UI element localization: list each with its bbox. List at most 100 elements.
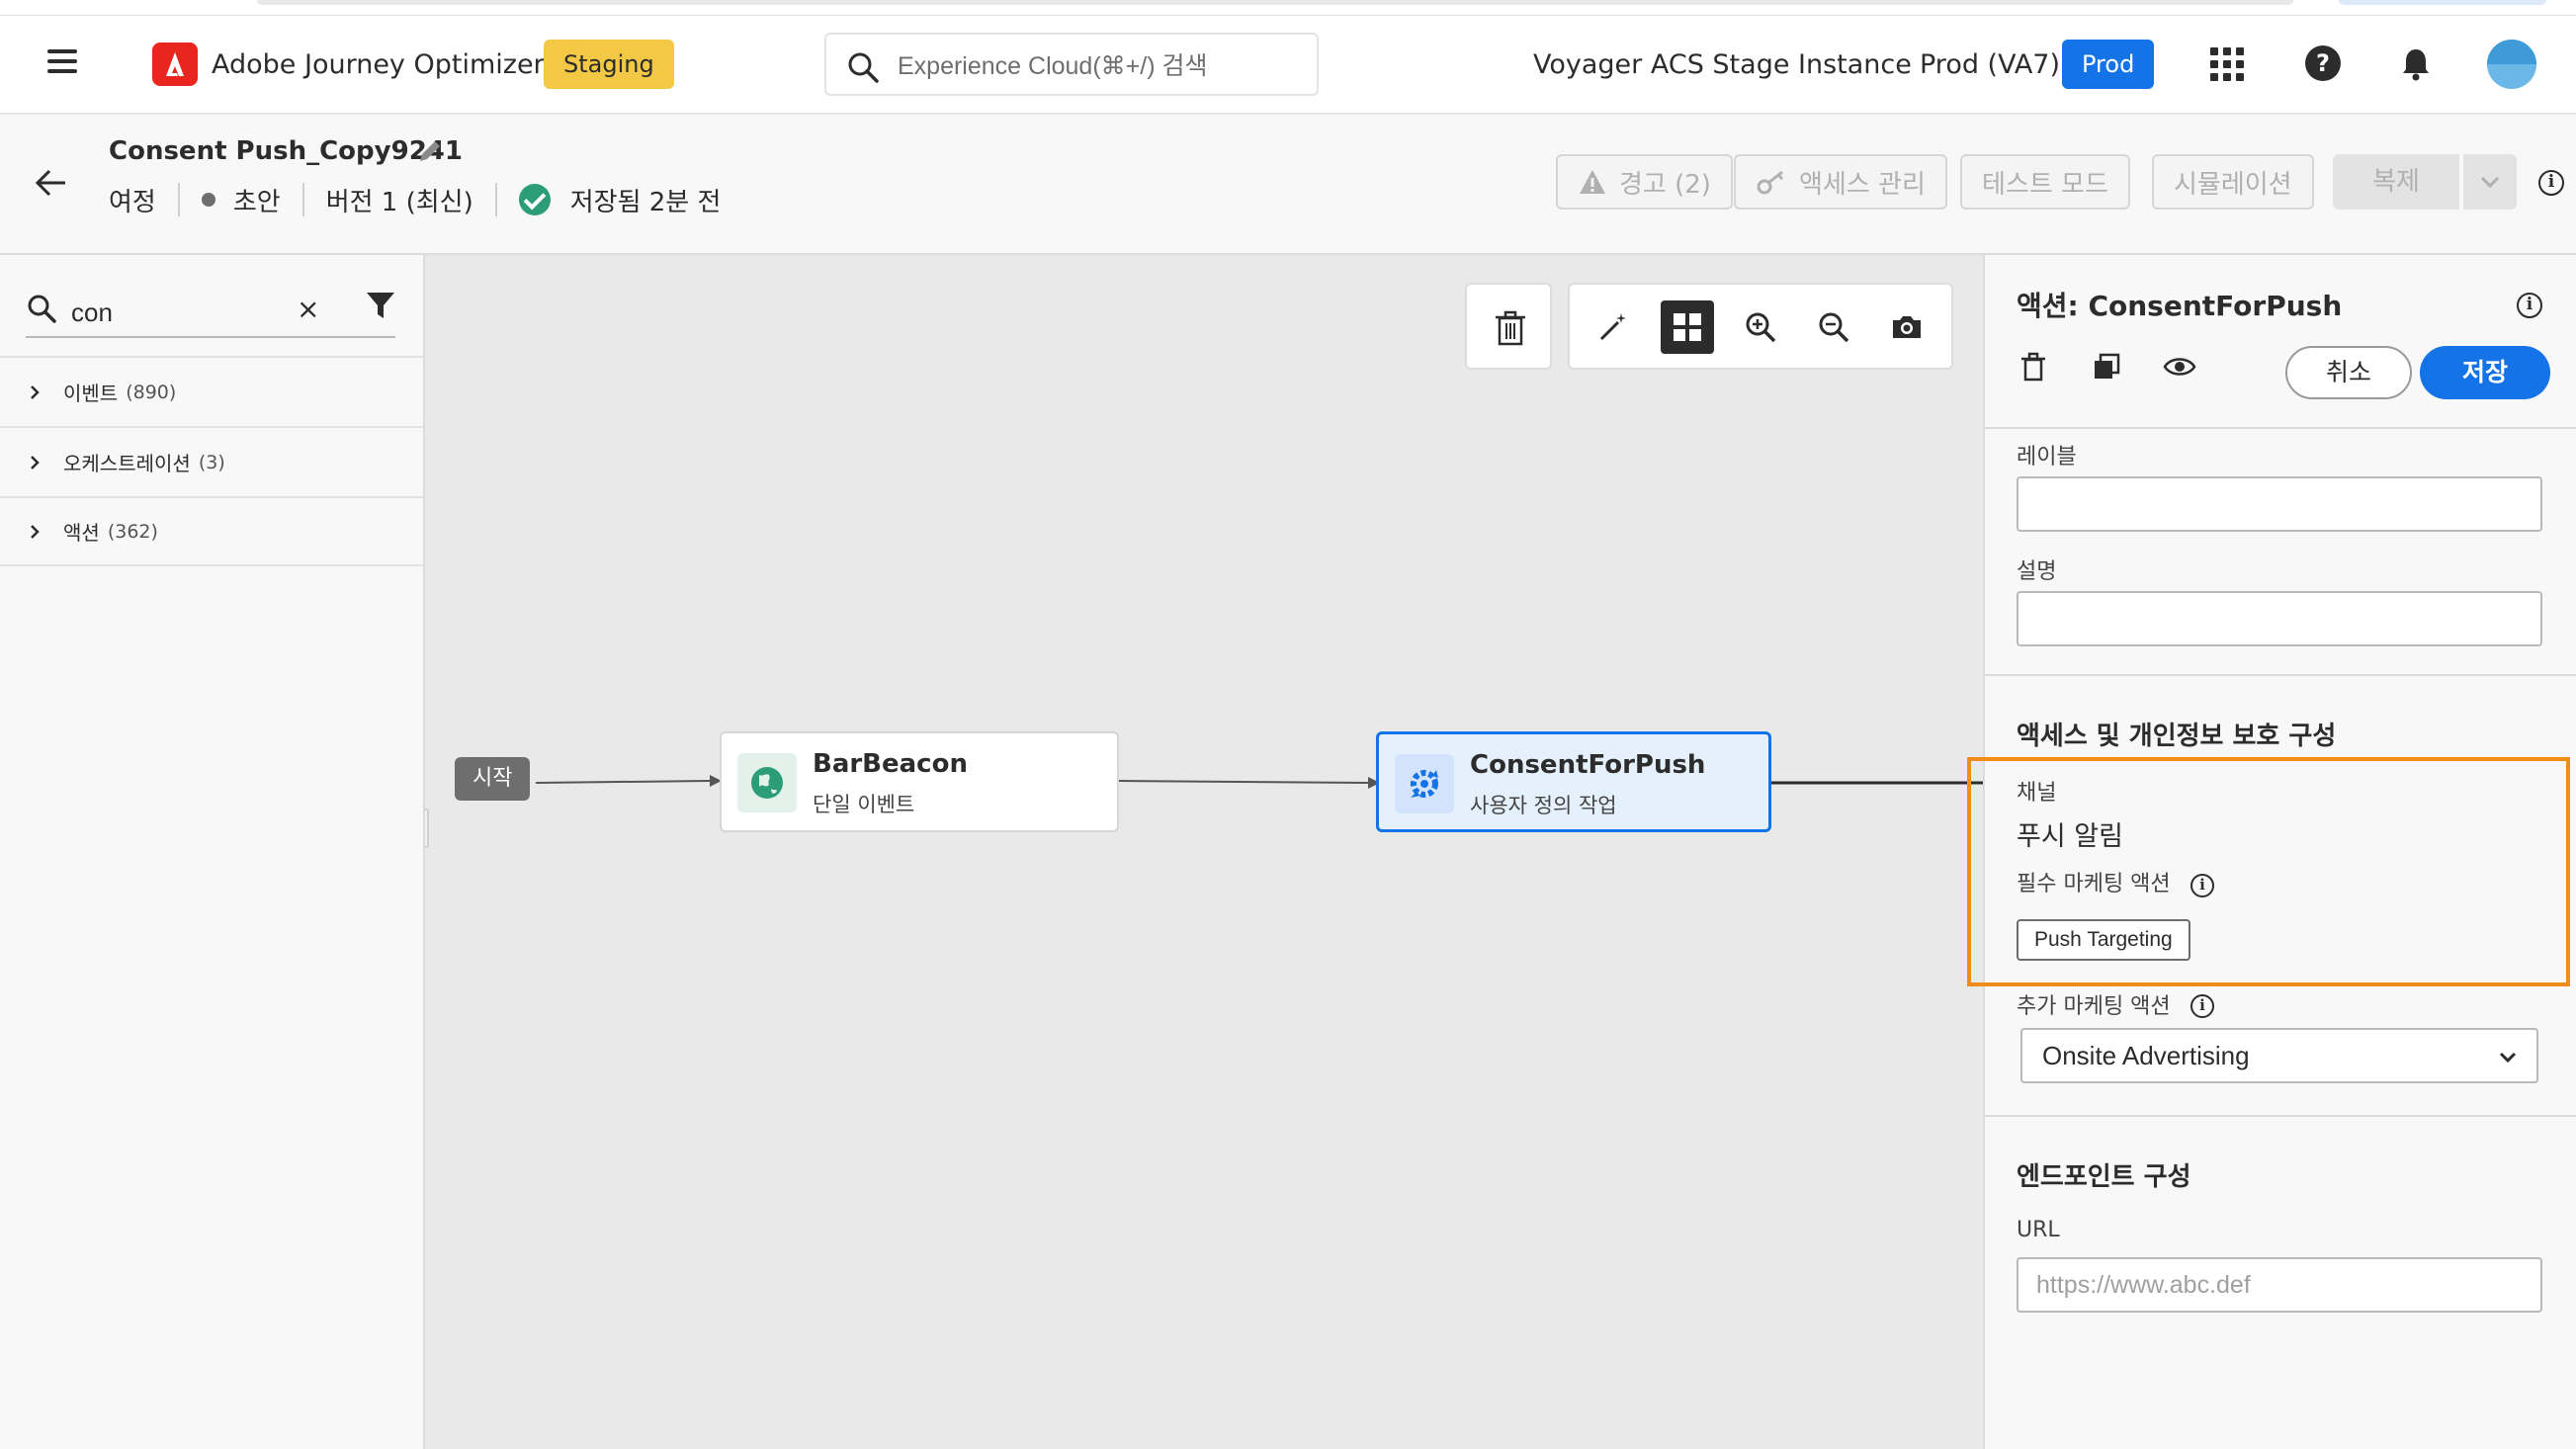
eye-icon[interactable] xyxy=(2163,350,2196,384)
chevron-down-icon xyxy=(2499,1052,2517,1064)
delete-activity-button[interactable] xyxy=(1465,283,1552,370)
journey-header: Consent Push_Copy9241 여정 초안 버전 1 (최신) 저장… xyxy=(0,115,2576,255)
event-node-barbeacon[interactable]: BarBeacon 단일 이벤트 xyxy=(720,731,1119,832)
access-management-button[interactable]: 액세스 관리 xyxy=(1734,154,1947,210)
panel-info-icon[interactable]: i xyxy=(2517,293,2542,318)
chevron-down-icon xyxy=(2480,176,2500,189)
sandbox-badge: Prod xyxy=(2062,40,2155,89)
saved-check-icon xyxy=(518,184,551,215)
zoom-in-icon xyxy=(1746,312,1776,343)
category-item-orchestration[interactable]: 오케스트레이션 (3) xyxy=(0,426,423,496)
hamburger-icon[interactable] xyxy=(47,49,77,75)
environment-badge: Staging xyxy=(544,40,674,89)
duplicate-button[interactable]: 복제 xyxy=(2333,154,2459,210)
duplicate-menu-button[interactable] xyxy=(2463,154,2517,210)
label-input[interactable] xyxy=(2017,476,2542,532)
status-dot-icon xyxy=(201,193,215,207)
channel-value: 푸시 알림 xyxy=(2017,821,2123,852)
chevron-right-icon xyxy=(31,384,40,399)
org-switcher[interactable]: Voyager ACS Stage Instance xyxy=(1533,49,1912,80)
app-name[interactable]: Adobe Journey Optimizer xyxy=(212,49,545,80)
key-icon xyxy=(1757,170,1784,195)
sandbox-switcher[interactable]: Prod (VA7) xyxy=(1920,49,2060,80)
custom-action-icon xyxy=(1395,754,1454,813)
journey-meta: 여정 초안 버전 1 (최신) 저장됨 2분 전 xyxy=(109,180,721,219)
node-title: ConsentForPush xyxy=(1470,750,1706,780)
start-node[interactable]: 시작 xyxy=(455,757,531,801)
additional-marketing-actions-dropdown[interactable]: Onsite Advertising xyxy=(2020,1028,2538,1083)
required-marketing-action-tag: Push Targeting xyxy=(2017,919,2190,961)
url-label: URL xyxy=(2017,1218,2060,1242)
palette-search[interactable]: × xyxy=(26,283,395,338)
saved-status: 저장됨 2분 전 xyxy=(569,187,722,217)
journey-info-icon[interactable]: i xyxy=(2538,170,2564,196)
required-marketing-actions-label: 필수 마케팅 액션 xyxy=(2017,872,2171,896)
journey-status: 초안 xyxy=(232,187,281,217)
endpoint-section-title: 엔드포인트 구성 xyxy=(2017,1162,2191,1192)
url-input[interactable] xyxy=(2017,1257,2542,1313)
node-subtitle: 단일 이벤트 xyxy=(813,793,915,816)
info-icon[interactable]: i xyxy=(2190,874,2214,897)
bell-icon[interactable] xyxy=(2398,45,2434,81)
journey-version[interactable]: 버전 1 (최신) xyxy=(326,182,473,218)
adobe-logo[interactable] xyxy=(152,43,198,86)
chevron-right-icon xyxy=(31,524,40,539)
simulation-button[interactable]: 시뮬레이션 xyxy=(2152,154,2314,210)
properties-panel: 액션: ConsentForPush i 취소 저장 레이블 설명 액세스 및 … xyxy=(1983,255,2576,1449)
global-header: Adobe Journey Optimizer Staging Voyager … xyxy=(0,16,2576,115)
layout-grid-icon xyxy=(1674,313,1701,341)
magic-wand-button[interactable] xyxy=(1587,300,1640,354)
node-subtitle: 사용자 정의 작업 xyxy=(1470,794,1617,817)
avatar[interactable] xyxy=(2487,40,2536,89)
camera-icon xyxy=(1893,316,1921,338)
back-arrow-icon[interactable] xyxy=(34,166,67,200)
journey-canvas[interactable]: 시작 BarBeacon 단일 이벤트 ConsentForPush 사용자 정… xyxy=(425,255,1983,1449)
search-icon xyxy=(28,295,56,323)
search-icon xyxy=(848,52,879,83)
canvas-links xyxy=(535,775,1983,789)
event-icon xyxy=(737,753,797,812)
category-list: 이벤트 (890) 오케스트레이션 (3) 액션 (362) xyxy=(0,356,423,566)
zoom-out-icon xyxy=(1819,312,1849,343)
category-item-events[interactable]: 이벤트 (890) xyxy=(0,356,423,426)
help-icon[interactable]: ? xyxy=(2305,45,2341,81)
magic-wand-icon xyxy=(1599,313,1626,341)
zoom-in-button[interactable] xyxy=(1734,300,1787,354)
save-button[interactable]: 저장 xyxy=(2420,346,2550,399)
journey-title: Consent Push_Copy9241 xyxy=(109,136,463,166)
privacy-section-title: 액세스 및 개인정보 보호 구성 xyxy=(2017,722,2337,751)
info-icon[interactable]: i xyxy=(2190,994,2214,1018)
test-mode-button[interactable]: 테스트 모드 xyxy=(1960,154,2130,210)
global-search-input[interactable] xyxy=(898,48,1303,84)
browser-top-strip xyxy=(0,0,2576,16)
canvas-toolbar xyxy=(1568,283,1953,370)
additional-marketing-actions-label: 추가 마케팅 액션 xyxy=(2017,994,2171,1019)
trash-icon[interactable] xyxy=(2017,350,2050,384)
palette-panel: × 이벤트(890) 오케스트레이션(3) 액션(362) xyxy=(0,255,425,1449)
warnings-button[interactable]: 경고 (2) xyxy=(1556,154,1733,210)
clear-search-icon[interactable]: × xyxy=(297,293,319,325)
grid-layout-button[interactable] xyxy=(1661,300,1714,354)
journey-type: 여정 xyxy=(109,187,156,217)
global-search[interactable] xyxy=(824,33,1319,96)
panel-action-icons xyxy=(2017,350,2236,384)
chevron-right-icon xyxy=(31,455,40,469)
action-node-consentforpush[interactable]: ConsentForPush 사용자 정의 작업 xyxy=(1376,731,1771,832)
node-title: BarBeacon xyxy=(813,749,968,779)
warning-icon xyxy=(1580,170,1605,194)
description-input[interactable] xyxy=(2017,591,2542,646)
pencil-icon[interactable] xyxy=(415,136,445,166)
apps-grid-icon[interactable] xyxy=(2210,47,2244,81)
cancel-button[interactable]: 취소 xyxy=(2285,346,2412,399)
channel-label: 채널 xyxy=(2017,781,2057,806)
label-field-label: 레이블 xyxy=(2017,445,2077,469)
category-item-actions[interactable]: 액션 (362) xyxy=(0,496,423,566)
palette-search-input[interactable] xyxy=(71,295,299,330)
duplicate-icon[interactable] xyxy=(2090,350,2123,384)
filter-icon[interactable] xyxy=(364,289,397,322)
panel-title: 액션: ConsentForPush xyxy=(2017,290,2343,322)
screenshot-button[interactable] xyxy=(1880,300,1933,354)
description-field-label: 설명 xyxy=(2017,559,2057,584)
trash-icon xyxy=(1496,310,1525,346)
zoom-out-button[interactable] xyxy=(1807,300,1860,354)
